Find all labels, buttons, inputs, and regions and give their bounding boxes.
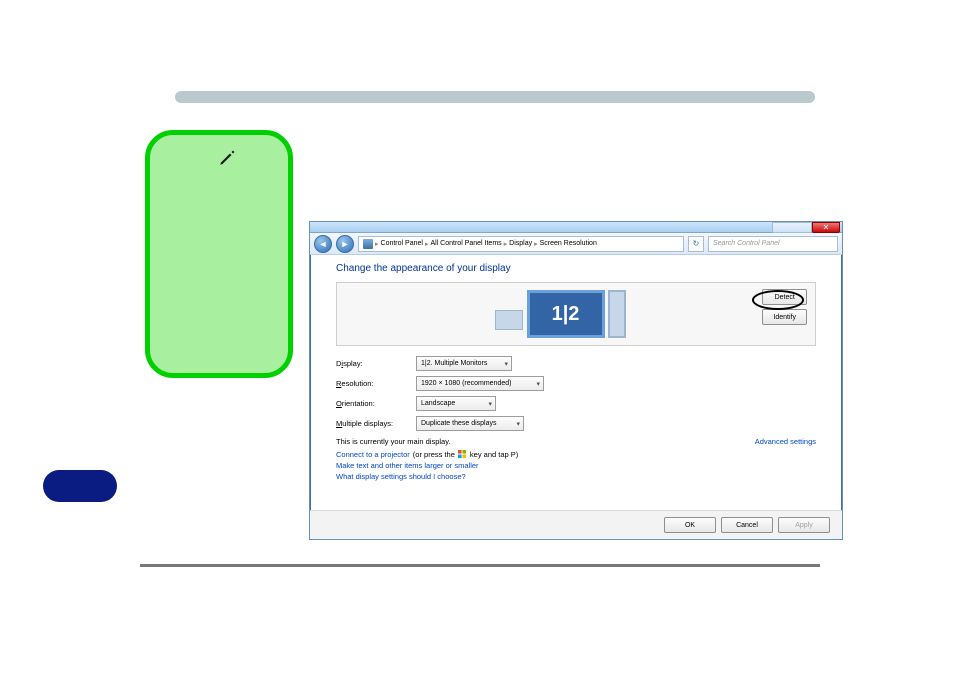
refresh-button[interactable]: ↻ <box>688 236 704 252</box>
chevron-right-icon: ▸ <box>375 240 379 248</box>
dialog-footer: OK Cancel Apply <box>310 510 842 539</box>
detect-button[interactable]: Detect <box>762 289 807 305</box>
screen-resolution-window: ✕ ◄ ► ▸ Control Panel ▸ All Control Pane… <box>309 221 843 540</box>
orientation-label: Orientation: <box>336 399 416 408</box>
breadcrumb-item[interactable]: Screen Resolution <box>540 240 597 247</box>
resolution-row: Resolution: 1920 × 1080 (recommended) <box>336 376 816 391</box>
chevron-right-icon: ▸ <box>504 240 508 248</box>
orientation-select[interactable]: Landscape <box>416 396 496 411</box>
connect-projector-link[interactable]: Connect to a projector (or press the key… <box>336 450 816 459</box>
pencil-icon <box>218 149 236 172</box>
search-input[interactable]: Search Control Panel <box>708 236 838 252</box>
breadcrumb-item[interactable]: All Control Panel Items <box>430 240 501 247</box>
back-button[interactable]: ◄ <box>314 235 332 253</box>
identify-button[interactable]: Identify <box>762 309 807 325</box>
forward-button[interactable]: ► <box>336 235 354 253</box>
display-help-link[interactable]: What display settings should I choose? <box>336 472 816 481</box>
decorative-pill <box>43 470 117 502</box>
display-arrangement-preview[interactable]: 1|2 Detect Identify <box>336 282 816 346</box>
main-display-text: This is currently your main display. <box>336 437 450 446</box>
resolution-select[interactable]: 1920 × 1080 (recommended) <box>416 376 544 391</box>
note-card <box>145 130 293 378</box>
window-minimize-maximize[interactable] <box>772 222 812 233</box>
breadcrumb-item[interactable]: Display <box>509 240 532 247</box>
monitor-thumbnail-small <box>495 296 523 332</box>
monitor-label: 1|2 <box>552 303 580 326</box>
monitor-group[interactable]: 1|2 <box>527 290 626 338</box>
chevron-right-icon: ▸ <box>534 240 538 248</box>
content-area: Change the appearance of your display 1|… <box>310 255 842 489</box>
display-label: Display: <box>336 359 416 368</box>
multiple-displays-label: Multiple displays: <box>336 419 416 428</box>
breadcrumb[interactable]: ▸ Control Panel ▸ All Control Panel Item… <box>358 236 684 252</box>
link-list: Connect to a projector (or press the key… <box>336 450 816 481</box>
chevron-right-icon: ▸ <box>425 240 429 248</box>
decorative-top-bar <box>175 91 815 103</box>
control-panel-icon <box>363 239 373 249</box>
orientation-row: Orientation: Landscape <box>336 396 816 411</box>
apply-button[interactable]: Apply <box>778 517 830 533</box>
breadcrumb-item[interactable]: Control Panel <box>381 240 423 247</box>
monitor-main[interactable]: 1|2 <box>527 290 605 338</box>
advanced-settings-link[interactable]: Advanced settings <box>755 437 816 446</box>
text-size-link[interactable]: Make text and other items larger or smal… <box>336 461 816 470</box>
cancel-button[interactable]: Cancel <box>721 517 773 533</box>
navigation-bar: ◄ ► ▸ Control Panel ▸ All Control Panel … <box>310 233 842 255</box>
windows-key-icon <box>458 450 467 459</box>
close-icon[interactable]: ✕ <box>812 222 840 233</box>
search-placeholder: Search Control Panel <box>713 240 780 247</box>
window-titlebar: ✕ <box>310 222 842 233</box>
divider <box>140 564 820 567</box>
monitor-side[interactable] <box>608 290 626 338</box>
display-row: Display: 1|2. Multiple Monitors <box>336 356 816 371</box>
multiple-displays-row: Multiple displays: Duplicate these displ… <box>336 416 816 431</box>
resolution-label: Resolution: <box>336 379 416 388</box>
ok-button[interactable]: OK <box>664 517 716 533</box>
display-select[interactable]: 1|2. Multiple Monitors <box>416 356 512 371</box>
multiple-displays-select[interactable]: Duplicate these displays <box>416 416 524 431</box>
page-title: Change the appearance of your display <box>336 263 816 274</box>
